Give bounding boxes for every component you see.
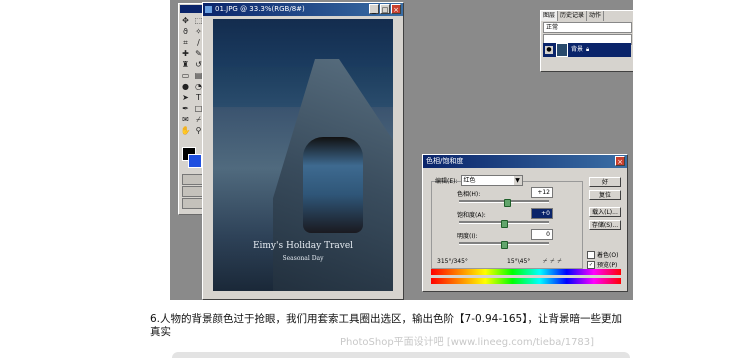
preview-label: 预览(P)	[597, 262, 618, 269]
lightness-slider-knob[interactable]	[501, 241, 508, 249]
maximize-icon[interactable]: □	[380, 4, 390, 14]
range-right-label: 15°\45°	[507, 258, 531, 265]
colorize-checkbox-row[interactable]: 着色(O)	[587, 250, 618, 259]
eyedropper-icon[interactable]: ⌿	[543, 257, 547, 266]
hue-label: 色相(H):	[457, 191, 481, 198]
layer-name: 背景	[571, 46, 584, 53]
ok-button[interactable]: 好	[589, 177, 621, 187]
layer-row-background[interactable]: ● 背景 🔒︎	[543, 43, 631, 57]
photo-woman	[303, 137, 363, 233]
blend-mode-select[interactable]: 正常	[543, 22, 632, 33]
lock-icon: 🔒︎	[586, 46, 590, 53]
jump-to-imageready-icon[interactable]	[182, 198, 204, 209]
layer-thumbnail	[556, 43, 568, 57]
clone-stamp-tool-icon[interactable]: ♜	[180, 60, 191, 70]
range-left-label: 315°/345°	[437, 258, 468, 265]
document-titlebar[interactable]: 01.JPG @ 33.3%(RGB/8#) _ □ ×	[203, 3, 403, 16]
panel-tabs: 图层 历史记录 动作	[541, 11, 633, 21]
hue-saturation-dialog: 色相/饱和度 × 编辑(E): 红色 ▼ 色相(H): +12 饱和度(A): …	[422, 154, 628, 292]
pen-tool-icon[interactable]: ✒	[180, 104, 191, 114]
dialog-title: 色相/饱和度	[426, 157, 464, 165]
edit-channel-value: 红色	[463, 177, 476, 184]
lightness-input[interactable]: 0	[531, 229, 553, 240]
lasso-tool-icon[interactable]: ϑ	[180, 27, 191, 37]
background-color-swatch[interactable]	[188, 154, 202, 168]
color-spectrum-bar-top	[431, 269, 621, 275]
crop-tool-icon[interactable]: ⌗	[180, 38, 191, 48]
saturation-input[interactable]: +0	[531, 208, 553, 219]
document-window: 01.JPG @ 33.3%(RGB/8#) _ □ × Eimy's Holi…	[202, 2, 404, 300]
photo-caption-title: Eimy's Holiday Travel	[252, 241, 354, 251]
next-image-edge	[172, 352, 630, 358]
document-title: 01.JPG @ 33.3%(RGB/8#)	[215, 5, 305, 13]
photoshop-screenshot: ✥ ⬚ ϑ ✧ ⌗ ∕ ✚ ✎ ♜ ↺ ▭ ▤ ● ◔ ➤ T ✒ □ ✉ ⌿ …	[170, 0, 633, 300]
blur-tool-icon[interactable]: ●	[180, 82, 191, 92]
hue-input[interactable]: +12	[531, 187, 553, 198]
screen-mode-icon[interactable]	[182, 186, 204, 197]
reset-button[interactable]: 复位	[589, 190, 621, 200]
hue-slider-knob[interactable]	[504, 199, 511, 207]
notes-tool-icon[interactable]: ✉	[180, 115, 191, 125]
saturation-slider-knob[interactable]	[501, 220, 508, 228]
color-spectrum-bar-bottom[interactable]	[431, 278, 621, 284]
photo-canvas[interactable]: Eimy's Holiday Travel Seasonal Day	[213, 19, 393, 291]
saturation-label: 饱和度(A):	[457, 212, 486, 219]
dialog-close-icon[interactable]: ×	[615, 156, 625, 166]
eraser-tool-icon[interactable]: ▭	[180, 71, 191, 81]
preview-checkbox-row[interactable]: ✓ 预览(P)	[587, 260, 617, 269]
minimize-icon[interactable]: _	[369, 4, 379, 14]
move-tool-icon[interactable]: ✥	[180, 16, 191, 26]
layers-panel: 图层 历史记录 动作 正常 ● 背景 🔒︎	[540, 10, 633, 72]
add-eyedropper-icon[interactable]: ⌿	[550, 257, 554, 266]
path-selection-tool-icon[interactable]: ➤	[180, 93, 191, 103]
edit-label: 编辑(E):	[435, 178, 458, 185]
save-button[interactable]: 存储(S)...	[589, 220, 621, 230]
dialog-controls: ×	[615, 156, 625, 166]
tab-actions[interactable]: 动作	[587, 11, 605, 21]
tab-layers[interactable]: 图层	[541, 11, 559, 21]
colorize-label: 着色(O)	[597, 252, 619, 259]
window-controls: _ □ ×	[369, 4, 401, 14]
edit-row: 编辑(E): 红色 ▼	[435, 175, 523, 186]
tab-history[interactable]: 历史记录	[558, 11, 588, 21]
edit-channel-select[interactable]: 红色 ▼	[460, 175, 523, 186]
quick-mask-mode-icon[interactable]	[182, 174, 204, 185]
subtract-eyedropper-icon[interactable]: ⌿	[557, 257, 561, 266]
healing-brush-tool-icon[interactable]: ✚	[180, 49, 191, 59]
close-icon[interactable]: ×	[391, 4, 401, 14]
colorize-checkbox[interactable]	[587, 250, 595, 259]
document-icon	[205, 6, 212, 13]
watermark-text: PhotoShop平面设计吧 [www.lineeg.com/tieba/178…	[340, 337, 595, 348]
load-button[interactable]: 载入(L)...	[589, 207, 621, 217]
hand-tool-icon[interactable]: ✋	[180, 126, 191, 136]
preview-checkbox[interactable]: ✓	[587, 260, 595, 269]
chevron-down-icon[interactable]: ▼	[513, 176, 522, 185]
dialog-titlebar[interactable]: 色相/饱和度 ×	[423, 155, 627, 168]
photo-caption-subtitle: Seasonal Day	[282, 255, 324, 262]
eyedropper-group: ⌿ ⌿ ⌿	[543, 257, 562, 266]
eye-icon[interactable]: ●	[545, 46, 553, 54]
lightness-label: 明度(I):	[457, 233, 478, 240]
